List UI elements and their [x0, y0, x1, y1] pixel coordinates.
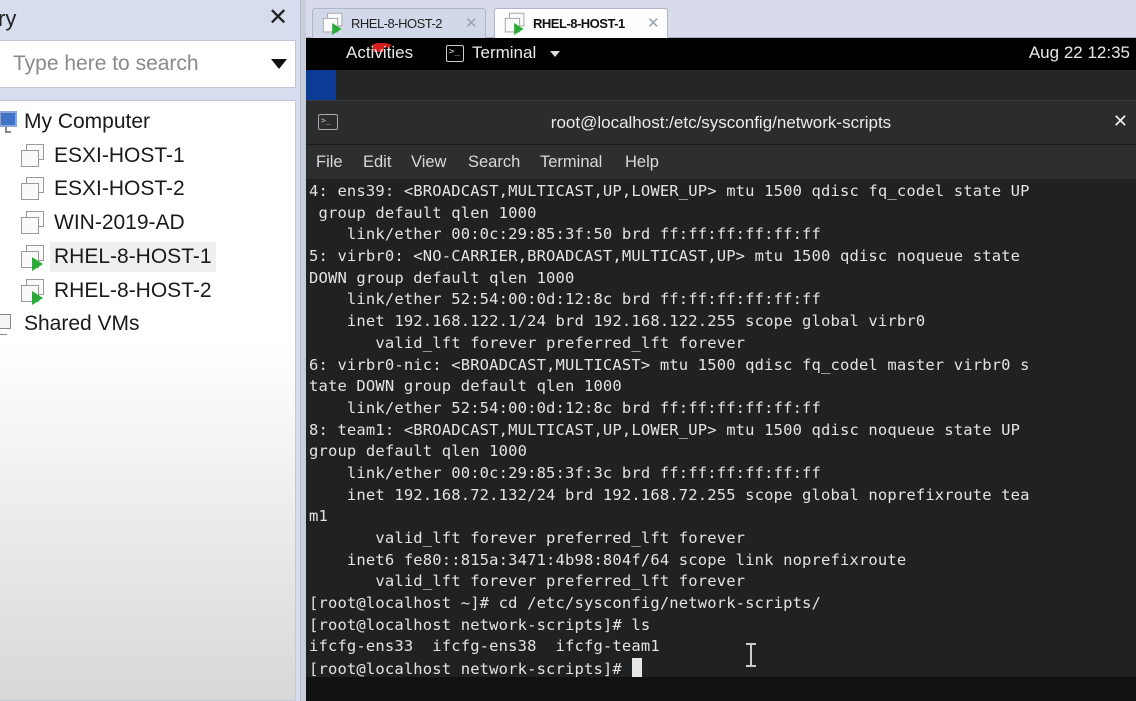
terminal-prompt: [root@localhost network-scripts]#: [309, 660, 632, 679]
terminal-text: 4: ens39: <BROADCAST,MULTICAST,UP,LOWER_…: [309, 181, 1136, 680]
tree-item-label: My Computer: [24, 110, 151, 133]
desktop-bottom: [306, 677, 1136, 701]
terminal-line: 5: virbr0: <NO-CARRIER,BROADCAST,MULTICA…: [309, 247, 1021, 266]
terminal-titlebar[interactable]: >_ root@localhost:/etc/sysconfig/network…: [306, 101, 1136, 145]
tab-label: RHEL-8-HOST-2: [351, 16, 443, 31]
vm-icon: [19, 142, 47, 170]
terminal-line: valid_lft forever preferred_lft forever: [309, 333, 746, 352]
library-header: ry ✕: [0, 0, 300, 38]
vm-running-icon: [19, 277, 47, 305]
close-tab-icon[interactable]: ✕: [465, 14, 478, 32]
library-tree: My Computer ESXI-HOST-1 ESXI-HOST-2 WIN-…: [0, 100, 296, 701]
app-menu-label: Terminal: [472, 43, 537, 62]
terminal-line: link/ether 52:54:00:0d:12:8c brd ff:ff:f…: [309, 398, 822, 417]
terminal-window: >_ root@localhost:/etc/sysconfig/network…: [306, 100, 1136, 678]
library-panel: ry ✕ My Computer ESXI-HOST-1 ESXI-HOST-2…: [0, 0, 300, 701]
tree-item-label: RHEL-8-HOST-2: [54, 279, 212, 302]
tree-item-label: RHEL-8-HOST-1: [50, 242, 216, 272]
terminal-output[interactable]: 4: ens39: <BROADCAST,MULTICAST,UP,LOWER_…: [306, 179, 1136, 678]
tree-item-label: ESXI-HOST-1: [54, 144, 185, 167]
close-library-icon[interactable]: ✕: [268, 4, 288, 32]
desktop-background: [306, 70, 1136, 100]
terminal-line: group default qlen 1000: [309, 203, 537, 222]
vm-icon: [19, 209, 47, 237]
terminal-line: DOWN group default qlen 1000: [309, 268, 575, 287]
search-dropdown-icon[interactable]: [271, 59, 287, 69]
play-icon: [32, 291, 43, 305]
search-input[interactable]: [13, 49, 258, 79]
shared-vms-icon: [0, 311, 15, 337]
vm-running-icon: [503, 11, 527, 35]
menu-edit[interactable]: Edit: [363, 153, 391, 172]
library-search: [0, 40, 296, 88]
play-icon: [32, 257, 43, 271]
terminal-line: link/ether 52:54:00:0d:12:8c brd ff:ff:f…: [309, 290, 822, 309]
text-cursor: [632, 658, 643, 678]
terminal-line: inet6 fe80::815a:3471:4b98:804f/64 scope…: [309, 550, 907, 569]
activities-label: Activities: [346, 43, 414, 62]
terminal-menubar: File Edit View Search Terminal Help: [306, 145, 1136, 179]
menu-file[interactable]: File: [316, 153, 343, 172]
gnome-top-bar: Activities >_ Terminal Aug 22 12:35: [306, 38, 1136, 70]
close-window-icon[interactable]: ✕: [1113, 111, 1128, 132]
tab-label: RHEL-8-HOST-1: [533, 16, 625, 31]
guest-display[interactable]: Activities >_ Terminal Aug 22 12:35 >_ r…: [306, 38, 1136, 701]
terminal-line: ifcfg-ens33 ifcfg-ens38 ifcfg-team1: [309, 637, 660, 656]
tree-item-label: ESXI-HOST-2: [54, 177, 185, 200]
vm-running-icon: [321, 11, 345, 35]
terminal-line: 6: virbr0-nic: <BROADCAST,MULTICAST> mtu…: [309, 355, 1030, 374]
terminal-line: link/ether 00:0c:29:85:3f:50 brd ff:ff:f…: [309, 225, 822, 244]
chevron-down-icon: [550, 51, 560, 57]
terminal-line: [root@localhost network-scripts]# ls: [309, 615, 651, 634]
vm-tab-bar: RHEL-8-HOST-2 ✕ RHEL-8-HOST-1 ✕: [306, 0, 1136, 38]
tab-rhel-8-host-1[interactable]: RHEL-8-HOST-1 ✕: [494, 8, 668, 38]
close-tab-icon[interactable]: ✕: [647, 14, 660, 32]
terminal-line: [root@localhost ~]# cd /etc/sysconfig/ne…: [309, 594, 822, 613]
terminal-line: m1: [309, 507, 328, 526]
terminal-line: inet 192.168.72.132/24 brd 192.168.72.25…: [309, 485, 1030, 504]
vm-running-icon: [19, 243, 47, 271]
terminal-line: valid_lft forever preferred_lft forever: [309, 529, 746, 547]
terminal-line: 8: team1: <BROADCAST,MULTICAST,UP,LOWER_…: [309, 420, 1021, 439]
menu-terminal[interactable]: Terminal: [540, 153, 602, 172]
terminal-line: 4: ens39: <BROADCAST,MULTICAST,UP,LOWER_…: [309, 182, 1030, 200]
terminal-line: inet 192.168.122.1/24 brd 192.168.122.25…: [309, 312, 926, 331]
terminal-title: root@localhost:/etc/sysconfig/network-sc…: [550, 113, 892, 132]
terminal-app-icon: >_: [446, 45, 464, 62]
menu-search[interactable]: Search: [468, 153, 520, 172]
tree-item-label: WIN-2019-AD: [54, 211, 185, 234]
terminal-line: valid_lft forever preferred_lft forever: [309, 572, 746, 591]
clock[interactable]: Aug 22 12:35: [1029, 43, 1130, 63]
mouse-ibeam-cursor: [746, 643, 756, 667]
menu-view[interactable]: View: [411, 153, 446, 172]
terminal-line: group default qlen 1000: [309, 442, 528, 461]
tab-rhel-8-host-2[interactable]: RHEL-8-HOST-2 ✕: [312, 8, 486, 38]
tree-item-label: Shared VMs: [24, 312, 140, 335]
library-title: ry: [0, 6, 17, 31]
terminal-line: link/ether 00:0c:29:85:3f:3c brd ff:ff:f…: [309, 463, 822, 482]
terminal-line: tate DOWN group default qlen 1000: [309, 377, 622, 396]
computer-icon: [0, 109, 21, 135]
vm-icon: [19, 175, 47, 203]
menu-help[interactable]: Help: [625, 153, 659, 172]
